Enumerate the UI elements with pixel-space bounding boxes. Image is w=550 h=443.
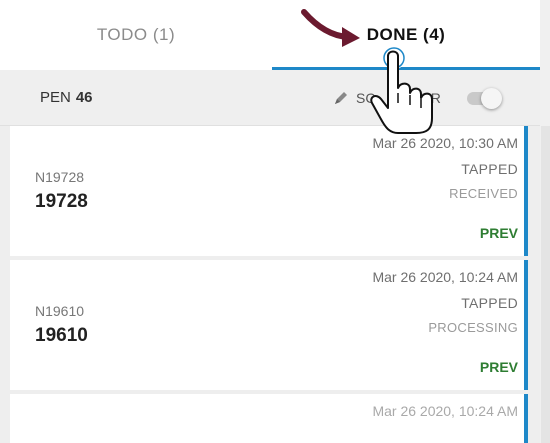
item-date: Mar 26 2020, 10:30 AM [372, 135, 518, 151]
scanner-label-group: SC ER [332, 70, 441, 125]
done-list: N19728 19728 Mar 26 2020, 10:30 AM TAPPE… [10, 126, 528, 443]
app-frame: TODO (1) DONE (4) PEN 46 SC ER N19728 19… [0, 0, 540, 443]
item-accent-bar [524, 394, 528, 443]
list-item[interactable]: N19728 19728 Mar 26 2020, 10:30 AM TAPPE… [10, 126, 528, 256]
scanner-label-start: SC [356, 89, 376, 106]
item-id-code: N19610 [35, 303, 85, 319]
toggle-thumb [481, 88, 502, 109]
prev-button[interactable]: PREV [480, 359, 518, 375]
item-accent-bar [524, 126, 528, 256]
pen-icon [335, 91, 347, 104]
item-status: TAPPED [461, 295, 518, 311]
item-date: Mar 26 2020, 10:24 AM [372, 269, 518, 285]
item-id-number: 19728 [35, 191, 88, 212]
item-accent-bar [524, 260, 528, 390]
item-status: TAPPED [461, 161, 518, 177]
item-id-number: 19610 [35, 325, 88, 346]
scrollbar[interactable] [541, 126, 550, 443]
list-item[interactable]: Mar 26 2020, 10:24 AM [10, 394, 528, 443]
pen-label: PEN [40, 89, 71, 106]
scanner-label-end: ER [421, 89, 441, 106]
item-sub-status: PROCESSING [428, 320, 518, 335]
prev-button[interactable]: PREV [480, 225, 518, 241]
item-sub-status: RECEIVED [449, 186, 518, 201]
tab-done[interactable]: DONE (4) [272, 0, 540, 70]
pen-info: PEN 46 [40, 70, 93, 125]
item-id-code: N19728 [35, 169, 85, 185]
tab-bar: TODO (1) DONE (4) [0, 0, 540, 70]
filter-bar: PEN 46 SC ER [0, 70, 540, 126]
scanner-toggle[interactable] [463, 87, 505, 109]
item-date: Mar 26 2020, 10:24 AM [372, 403, 518, 419]
list-item[interactable]: N19610 19610 Mar 26 2020, 10:24 AM TAPPE… [10, 260, 528, 390]
tab-todo[interactable]: TODO (1) [0, 0, 272, 70]
pen-number: 46 [75, 89, 93, 106]
